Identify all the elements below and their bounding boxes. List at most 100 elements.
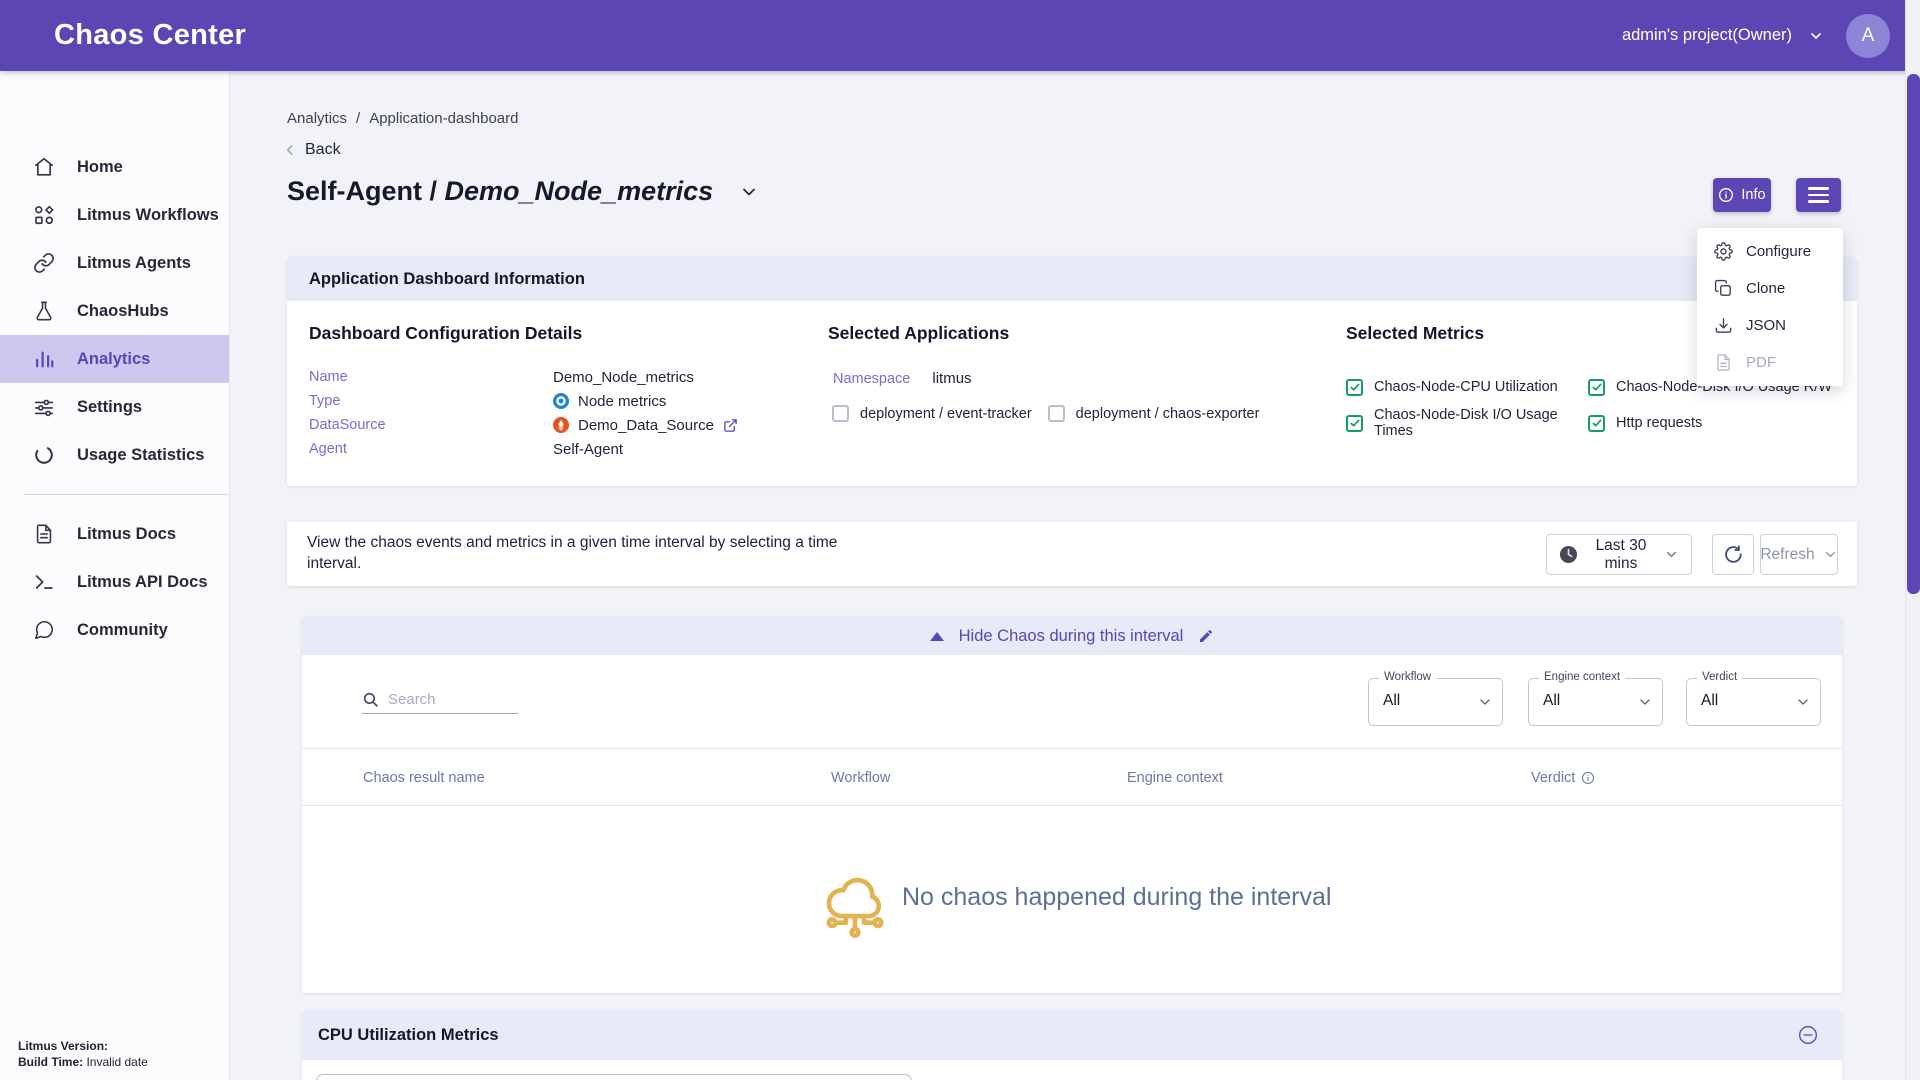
configuration-rows: Name Demo_Node_metrics Type Node metrics… (309, 365, 738, 461)
sidebar-item-community[interactable]: Community (0, 606, 229, 654)
workflow-filter[interactable]: Workflow All (1368, 678, 1503, 726)
metric-checkbox-cpu[interactable]: Chaos-Node-CPU Utilization (1346, 379, 1588, 396)
config-row-datasource: DataSource Demo_Data_Source (309, 413, 738, 437)
info-button[interactable]: Info (1713, 178, 1771, 212)
chart-container-edge (316, 1074, 912, 1080)
checkbox-unchecked-icon (832, 405, 849, 422)
table-header-row: Chaos result name Workflow Engine contex… (302, 748, 1842, 806)
top-header: Chaos Center admin's project(Owner) A (0, 0, 1920, 71)
search-field[interactable] (362, 691, 518, 714)
chevron-left-icon (283, 143, 297, 157)
engine-context-filter-label: Engine context (1539, 671, 1625, 683)
column-engine-context: Engine context (1127, 770, 1223, 786)
home-icon (33, 156, 55, 178)
file-icon (1714, 353, 1733, 372)
sidebar-item-chaoshubs[interactable]: ChaosHubs (0, 287, 229, 335)
datasource-label: DataSource (309, 417, 553, 433)
pencil-icon[interactable] (1198, 628, 1214, 644)
agent-value: Self-Agent (553, 441, 623, 458)
breadcrumb: Analytics / Application-dashboard (287, 110, 518, 127)
scrollbar-thumb[interactable] (1907, 74, 1920, 594)
link-icon (33, 252, 55, 274)
project-label: admin's project(Owner) (1622, 26, 1792, 45)
sliders-icon (33, 396, 55, 418)
gear-icon (1714, 242, 1733, 261)
app-title: Chaos Center (54, 19, 246, 52)
hide-chaos-label: Hide Chaos during this interval (959, 627, 1184, 646)
chaos-table-panel: Hide Chaos during this interval Workflow… (302, 617, 1842, 993)
sidebar: Home Litmus Workflows Litmus Agents Chao… (0, 71, 230, 1080)
search-icon (362, 691, 379, 708)
sidebar-item-label: Litmus Docs (77, 525, 176, 544)
sidebar-divider (24, 494, 229, 495)
menu-item-label: JSON (1746, 317, 1786, 334)
menu-item-pdf[interactable]: PDF (1697, 344, 1843, 381)
checkbox-checked-icon (1588, 415, 1605, 432)
avatar[interactable]: A (1846, 14, 1890, 58)
node-metrics-icon (553, 393, 569, 409)
sidebar-item-settings[interactable]: Settings (0, 383, 229, 431)
refresh-rate-selector[interactable]: Refresh (1760, 534, 1838, 575)
flask-icon (33, 300, 55, 322)
sidebar-item-litmus-api-docs[interactable]: Litmus API Docs (0, 558, 229, 606)
sidebar-item-usage-statistics[interactable]: Usage Statistics (0, 431, 229, 479)
menu-item-clone[interactable]: Clone (1697, 270, 1843, 307)
collapse-minus-icon[interactable] (1798, 1025, 1818, 1045)
title-agent: Self-Agent / (287, 176, 437, 206)
time-range-selector[interactable]: Last 30 mins (1546, 534, 1692, 575)
breadcrumb-analytics[interactable]: Analytics (287, 110, 347, 127)
app-checkbox-event-tracker[interactable]: deployment / event-tracker (832, 405, 1032, 422)
page-scrollbar[interactable] (1905, 0, 1920, 1080)
metric-checkbox-http[interactable]: Http requests (1588, 415, 1832, 432)
chevron-down-icon (1808, 28, 1824, 44)
type-label: Type (309, 393, 553, 409)
info-button-label: Info (1741, 187, 1765, 203)
version-info: Litmus Version: Build Time: Invalid date (18, 1038, 148, 1070)
refresh-icon (1723, 544, 1744, 565)
document-icon (33, 523, 55, 545)
sidebar-item-litmus-agents[interactable]: Litmus Agents (0, 239, 229, 287)
sidebar-item-home[interactable]: Home (0, 143, 229, 191)
menu-item-configure[interactable]: Configure (1697, 233, 1843, 270)
build-label: Build Time: (18, 1055, 83, 1069)
sidebar-item-litmus-workflows[interactable]: Litmus Workflows (0, 191, 229, 239)
app-checkbox-chaos-exporter[interactable]: deployment / chaos-exporter (1048, 405, 1260, 422)
project-switcher[interactable]: admin's project(Owner) (1622, 26, 1824, 45)
external-link-icon[interactable] (723, 418, 738, 433)
dashboard-switcher-chevron-icon[interactable] (739, 182, 759, 202)
sidebar-item-label: Home (77, 158, 123, 177)
name-label: Name (309, 369, 553, 385)
metric-checkbox-disk-times[interactable]: Chaos-Node-Disk I/O Usage Times (1346, 407, 1588, 439)
workflows-icon (33, 204, 55, 226)
copy-icon (1714, 279, 1733, 298)
info-circle-icon[interactable] (1581, 771, 1595, 785)
back-button[interactable]: Back (283, 141, 341, 159)
breadcrumb-separator: / (356, 110, 360, 127)
title-row: Self-Agent / Demo_Node_metrics (287, 176, 759, 207)
cpu-metrics-title: CPU Utilization Metrics (318, 1026, 499, 1045)
sidebar-item-label: Litmus Workflows (77, 206, 219, 225)
cpu-metrics-header: CPU Utilization Metrics (302, 1010, 1842, 1060)
search-input[interactable] (388, 691, 508, 708)
namespace-label: Namespace (833, 371, 910, 387)
hamburger-menu-button[interactable] (1796, 178, 1841, 212)
sidebar-item-litmus-docs[interactable]: Litmus Docs (0, 510, 229, 558)
menu-item-json[interactable]: JSON (1697, 307, 1843, 344)
metric-option-label: Chaos-Node-Disk I/O Usage Times (1374, 407, 1588, 439)
chevron-down-icon (1637, 694, 1653, 710)
topbar-right: admin's project(Owner) A (1622, 14, 1890, 58)
engine-context-filter[interactable]: Engine context All (1528, 678, 1663, 726)
empty-state-message: No chaos happened during the interval (902, 883, 1331, 912)
application-options: deployment / event-tracker deployment / … (832, 405, 1259, 422)
clock-icon (1559, 545, 1578, 564)
refresh-button[interactable] (1712, 534, 1754, 575)
sidebar-item-label: Litmus API Docs (77, 573, 208, 592)
hide-chaos-toggle[interactable]: Hide Chaos during this interval (302, 617, 1842, 655)
sidebar-item-analytics[interactable]: Analytics (0, 335, 229, 383)
metrics-title: Selected Metrics (1346, 323, 1484, 344)
menu-item-label: Clone (1746, 280, 1785, 297)
analytics-icon (33, 348, 55, 370)
terminal-icon (33, 571, 55, 593)
chevron-down-icon (1795, 694, 1811, 710)
verdict-filter[interactable]: Verdict All (1686, 678, 1821, 726)
